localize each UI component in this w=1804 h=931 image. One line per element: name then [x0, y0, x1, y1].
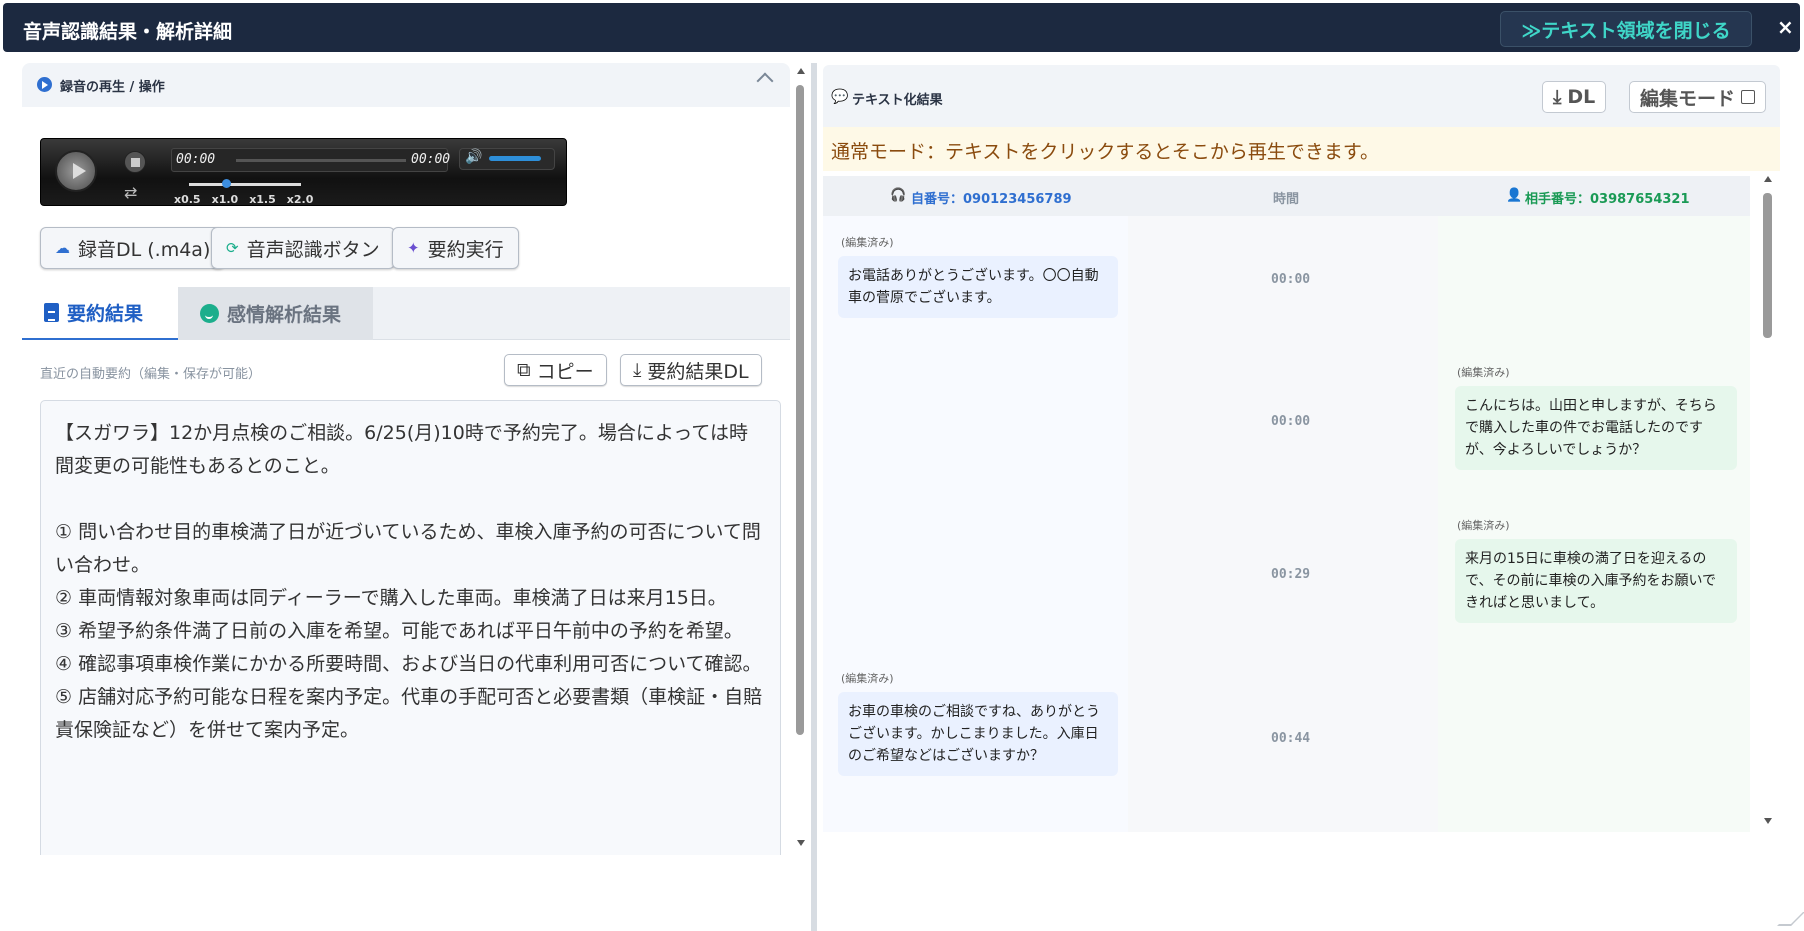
document-icon [44, 303, 59, 322]
message-bubble[interactable]: こんにちは。山田と申しますが、そちらで購入した車の件でお電話したのですが、今よろ… [1455, 386, 1737, 470]
message-time[interactable]: 00:29 [1271, 567, 1310, 582]
smile-icon [200, 304, 219, 323]
recording-section-header[interactable]: 録音の再生 / 操作 [22, 63, 790, 107]
own-number-header: 自番号：090123456789 [911, 192, 1072, 207]
speed-label[interactable]: x2.0 [287, 193, 314, 206]
chevron-up-icon[interactable] [756, 72, 774, 90]
edit-mode-toggle[interactable]: 編集モード [1629, 81, 1767, 113]
summarize-button[interactable]: ✦ 要約実行 [392, 227, 519, 269]
message-bubble[interactable]: 来月の15日に車検の満了日を迎えるので、その前に車検の入庫予約をお願いできればと… [1455, 539, 1737, 623]
summarize-label: 要約実行 [427, 238, 504, 261]
speed-slider-knob[interactable] [222, 179, 231, 188]
copy-label: コピー [536, 360, 594, 383]
other-number-header: 相手番号：03987654321 [1525, 192, 1690, 207]
right-scrollbar[interactable] [1762, 176, 1774, 828]
play-button[interactable] [55, 150, 97, 192]
transcript-download-button[interactable]: ⤓ DL [1542, 81, 1607, 113]
close-icon[interactable]: × [1777, 15, 1794, 39]
download-recording-label: 録音DL (.m4a) [78, 238, 211, 261]
transcript-table-header: 🎧 自番号：090123456789 時間 👤 相手番号：03987654321 [823, 176, 1750, 216]
edited-tag: (編集済み) [841, 672, 894, 685]
auto-summary-label: 直近の自動要約（編集・保存が可能） [40, 367, 262, 382]
result-tabs: 要約結果 感情解析結果 [22, 287, 790, 340]
scroll-thumb[interactable] [796, 85, 804, 735]
message-bubble[interactable]: お電話ありがとうございます。〇〇自動車の菅原でございます。 [838, 256, 1118, 318]
edited-tag: (編集済み) [841, 236, 894, 249]
title-bar: 音声認識結果・解析詳細 ≫テキスト領域を閉じる × [3, 3, 1800, 52]
stop-button[interactable] [124, 151, 146, 173]
scroll-up-arrow[interactable] [797, 68, 805, 74]
scroll-down-arrow[interactable] [1764, 818, 1772, 824]
tab-sentiment-label: 感情解析結果 [227, 304, 342, 326]
scroll-thumb[interactable] [1763, 193, 1772, 338]
mode-notice: 通常モード：テキストをクリックするとそこから再生できます。 [823, 127, 1780, 171]
comments-icon: 💬 [831, 89, 849, 105]
speech-recognition-button[interactable]: ⟳ 音声認識ボタン [211, 227, 395, 269]
cloud-download-icon: ☁ [55, 239, 70, 257]
copy-button[interactable]: ⧉ コピー [504, 354, 607, 386]
download-recording-button[interactable]: ☁ 録音DL (.m4a) [40, 227, 226, 269]
download-icon: ⤓ [633, 359, 642, 381]
recording-section-title: 録音の再生 / 操作 [60, 80, 165, 95]
panel-splitter[interactable] [811, 63, 817, 931]
copy-icon: ⧉ [517, 359, 531, 381]
transcript-title: テキスト化結果 [852, 93, 943, 108]
current-time: 00:00 [176, 152, 216, 167]
headset-icon: 🎧 [890, 188, 907, 203]
seek-track[interactable] [236, 159, 406, 162]
transcript-download-label: DL [1567, 86, 1596, 108]
magic-wand-icon: ✦ [407, 239, 420, 257]
refresh-icon: ⟳ [226, 239, 239, 257]
speed-label[interactable]: x1.5 [249, 193, 276, 206]
play-circle-icon [37, 77, 52, 92]
loop-icon[interactable]: ⇄ [124, 183, 137, 202]
edited-tag: (編集済み) [1457, 519, 1510, 532]
user-icon: 👤 [1506, 188, 1523, 203]
duration-time: 00:00 [411, 152, 451, 167]
summary-download-label: 要約結果DL [647, 360, 749, 383]
resize-handle[interactable] [1777, 912, 1804, 926]
download-icon: ⤓ [1553, 86, 1562, 108]
volume-icon[interactable]: 🔊 [465, 149, 482, 165]
close-text-area-button[interactable]: ≫テキスト領域を閉じる [1500, 11, 1752, 47]
scroll-down-arrow[interactable] [797, 840, 805, 846]
message-bubble[interactable]: お車の車検のご相談ですね、ありがとうございます。かしこまりました。入庫日のご希望… [838, 692, 1118, 776]
scroll-up-arrow[interactable] [1764, 176, 1772, 182]
volume-slider[interactable] [489, 156, 541, 161]
transcript-table: 🎧 自番号：090123456789 時間 👤 相手番号：03987654321… [823, 176, 1750, 832]
tab-sentiment[interactable]: 感情解析結果 [178, 287, 373, 340]
speed-label[interactable]: x0.5 [174, 193, 201, 206]
tab-summary-label: 要約結果 [67, 303, 144, 325]
left-panel: 録音の再生 / 操作 ⇄ 00:00 00:00 🔊 x0.5 x1.0 x1.… [22, 63, 790, 855]
left-scrollbar[interactable] [794, 68, 806, 848]
audio-player: ⇄ 00:00 00:00 🔊 x0.5 x1.0 x1.5 x2.0 [40, 138, 567, 206]
speed-labels: x0.5 x1.0 x1.5 x2.0 [174, 193, 313, 206]
summary-textarea[interactable]: 【スガワラ】12か月点検のご相談。6/25(月)10時で予約完了。場合によっては… [40, 400, 781, 855]
speed-label[interactable]: x1.0 [212, 193, 239, 206]
message-time[interactable]: 00:44 [1271, 731, 1310, 746]
edit-mode-checkbox[interactable] [1741, 90, 1756, 104]
window-title: 音声認識結果・解析詳細 [23, 21, 233, 43]
message-time[interactable]: 00:00 [1271, 414, 1310, 429]
message-time[interactable]: 00:00 [1271, 272, 1310, 287]
tab-summary[interactable]: 要約結果 [22, 287, 178, 340]
summary-download-button[interactable]: ⤓ 要約結果DL [620, 354, 762, 386]
edit-mode-label: 編集モード [1640, 87, 1736, 110]
time-header: 時間 [1273, 192, 1300, 207]
edited-tag: (編集済み) [1457, 366, 1510, 379]
speech-recognition-label: 音声認識ボタン [246, 238, 380, 261]
other-column [1438, 176, 1750, 832]
speed-slider[interactable] [189, 183, 301, 186]
transcript-header: 💬 テキスト化結果 ⤓ DL 編集モード [823, 65, 1780, 127]
